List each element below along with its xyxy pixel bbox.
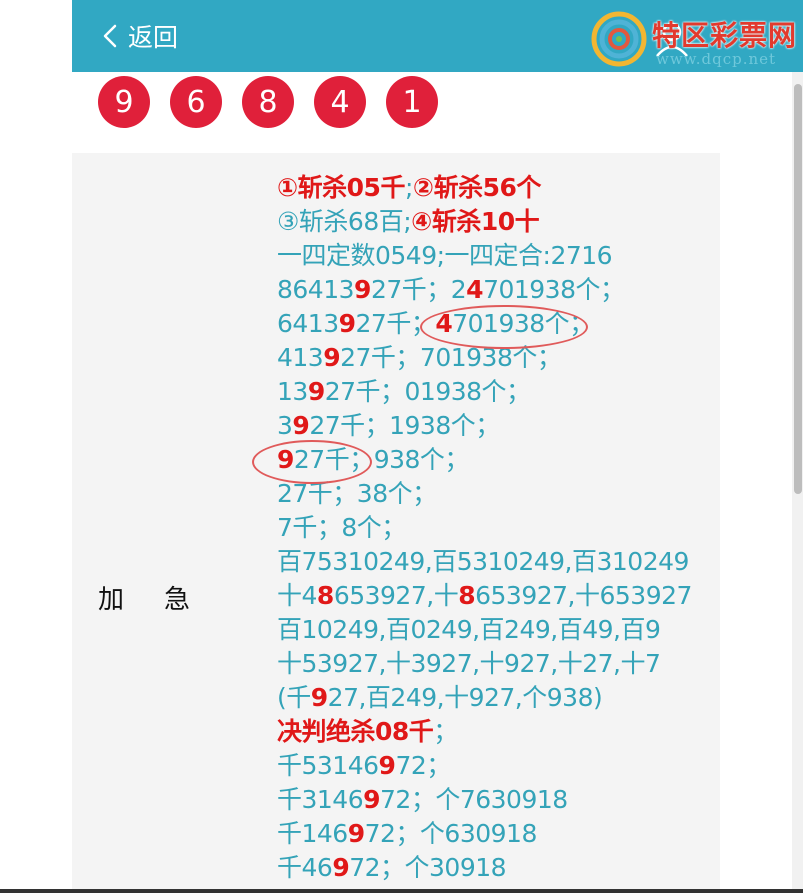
prediction-line: 86413927千；24701938个； (277, 273, 697, 307)
highlight-text: 9 (378, 751, 396, 780)
highlight-text: 9 (310, 683, 328, 712)
line-text: 653927,十653927 (475, 581, 692, 610)
line-text: 86413 (277, 275, 355, 304)
circle-mark-2 (252, 440, 372, 484)
prediction-line: 13927千；01938个； (277, 375, 697, 409)
prediction-line: ①斩杀05千;②斩杀56个 (277, 171, 697, 205)
line-text: 6413 (277, 309, 339, 338)
line-text: 千3146 (277, 785, 364, 814)
result-balls: 9 6 8 4 1 (98, 76, 438, 128)
watermark-title: 特区彩票网 (652, 19, 798, 52)
highlight-text: ①斩杀05千 (277, 173, 405, 202)
line-text: 27千；2 (370, 275, 467, 304)
prediction-line: 27千；38个； (277, 477, 697, 511)
line-text: 百10249,百0249,百249,百49,百9 (277, 615, 661, 644)
line-text: 653927,十 (333, 581, 459, 610)
line-text: 千46 (277, 853, 333, 882)
highlight-text: 8 (316, 581, 334, 610)
bottom-edge (0, 889, 803, 893)
line-text: 413 (277, 343, 324, 372)
highlight-text: ④斩杀10十 (411, 207, 540, 236)
line-text: 72；个30918 (349, 853, 507, 882)
highlight-text: 9 (338, 309, 356, 338)
prediction-line: ③斩杀68百;④斩杀10十 (277, 205, 697, 239)
highlight-text: 4 (466, 275, 484, 304)
line-text: 3 (277, 411, 293, 440)
prediction-line: 千3146972；个7630918 (277, 783, 697, 817)
back-button[interactable]: 返回 (100, 16, 178, 56)
ball-1: 9 (98, 76, 150, 128)
highlight-text: 9 (307, 377, 325, 406)
spiral-logo-icon (591, 11, 647, 67)
line-text: (千 (277, 683, 311, 712)
ball-3: 8 (242, 76, 294, 128)
prediction-line: 7千；8个； (277, 511, 697, 545)
line-text: 十53927,十3927,十927,十27,十7 (277, 649, 661, 678)
line-text: 72； (395, 751, 451, 780)
line-text: 百75310249,百5310249,百310249 (277, 547, 689, 576)
highlight-text: 9 (323, 343, 341, 372)
line-text: 一四定数0549;一四定合:2716 (277, 241, 613, 270)
prediction-line: 千46972；个30918 (277, 851, 697, 885)
prediction-line: 决判绝杀08千； (277, 715, 697, 749)
line-text: 7千；8个； (277, 513, 406, 542)
highlight-text: 9 (363, 785, 381, 814)
ball-2: 6 (170, 76, 222, 128)
chevron-left-icon (103, 24, 117, 48)
prediction-line: (千927,百249,十927,个938) (277, 681, 697, 715)
line-text: ； (433, 717, 458, 746)
watermark-url: www.dqcp.net (656, 50, 777, 68)
line-text: ③斩杀68百; (277, 207, 412, 236)
line-text: 27千；1938个； (309, 411, 500, 440)
highlight-text: 9 (292, 411, 310, 440)
prediction-text: ①斩杀05千;②斩杀56个 ③斩杀68百;④斩杀10十 一四定数0549;一四定合:… (277, 171, 697, 885)
line-text: 13 (277, 377, 308, 406)
site-watermark: 特区彩票网 www.dqcp.net (590, 6, 803, 70)
highlight-text: 决判绝杀08千 (277, 717, 434, 746)
line-text: 千146 (277, 819, 348, 848)
prediction-line: 十48653927,十8653927,十653927 (277, 579, 697, 613)
line-text: 72；个7630918 (380, 785, 568, 814)
line-text: 701938个； (483, 275, 625, 304)
line-text: 27千；01938个； (324, 377, 531, 406)
prediction-line: 百10249,百0249,百249,百49,百9 (277, 613, 697, 647)
prediction-line: 千53146972； (277, 749, 697, 783)
prediction-line: 千146972；个630918 (277, 817, 697, 851)
line-text: 十4 (277, 581, 317, 610)
line-text: 27,百249,十927,个938) (327, 683, 603, 712)
highlight-text: 9 (354, 275, 371, 304)
line-text: 72；个630918 (364, 819, 538, 848)
scrollbar-thumb[interactable] (794, 84, 802, 494)
prediction-line: 一四定数0549;一四定合:2716 (277, 239, 697, 273)
side-label: 加急 (98, 585, 231, 615)
highlight-text: 9 (332, 853, 350, 882)
highlight-text: ②斩杀56个 (412, 173, 541, 202)
highlight-text: 8 (458, 581, 476, 610)
prediction-line: 十53927,十3927,十927,十27,十7 (277, 647, 697, 681)
back-label: 返回 (128, 23, 179, 52)
line-text: ; (404, 173, 413, 202)
line-text: 千53146 (277, 751, 379, 780)
prediction-line: 百75310249,百5310249,百310249 (277, 545, 697, 579)
prediction-line: 3927千；1938个； (277, 409, 697, 443)
highlight-text: 9 (347, 819, 365, 848)
ball-4: 4 (314, 76, 366, 128)
ball-5: 1 (386, 76, 438, 128)
circle-mark-1 (420, 305, 588, 349)
